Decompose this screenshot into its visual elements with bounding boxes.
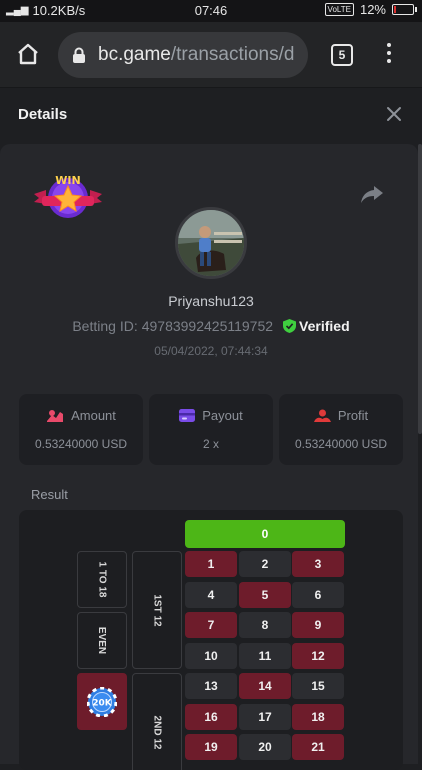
- number-cell-17[interactable]: 17: [239, 703, 291, 730]
- bet-2nd-12[interactable]: 2ND 12: [132, 673, 182, 770]
- chip-value: 20K: [92, 698, 113, 708]
- details-header: Details: [0, 88, 422, 144]
- scrollbar[interactable]: [418, 144, 422, 434]
- number-cell-2[interactable]: 2: [239, 551, 291, 577]
- share-icon[interactable]: [360, 184, 384, 204]
- number-cell-14[interactable]: 14: [239, 673, 291, 699]
- betting-id-line: Betting ID: 49783992425119752 Verified: [0, 318, 422, 334]
- verified-label: Verified: [299, 318, 350, 334]
- number-cell-21[interactable]: 21: [292, 734, 344, 760]
- status-bar: ▂▄▆ 10.2KB/s 07:46 VoLTE 12%: [0, 0, 422, 22]
- amount-label: Amount: [71, 408, 116, 423]
- overflow-menu-icon[interactable]: [384, 43, 394, 67]
- tab-switcher-button[interactable]: 5: [331, 44, 353, 66]
- number-cell-9[interactable]: 9: [292, 612, 344, 638]
- number-cell-20[interactable]: 20: [239, 734, 291, 760]
- number-cell-6[interactable]: 6: [292, 581, 344, 608]
- avatar: [175, 207, 247, 279]
- bet-1st-12-label: 1ST 12: [151, 593, 163, 627]
- number-cell-0[interactable]: 0: [185, 520, 345, 548]
- lock-icon: [73, 47, 85, 63]
- betting-id-value: 49783992425119752: [141, 318, 274, 334]
- number-cell-5[interactable]: 5: [239, 581, 291, 608]
- bet-even-label: EVEN: [96, 626, 108, 655]
- payout-value: 2 x: [202, 437, 219, 451]
- amount-stat: Amount 0.53240000 USD: [19, 394, 143, 465]
- shield-check-icon: [283, 319, 297, 333]
- number-cell-4[interactable]: 4: [185, 581, 237, 608]
- roulette-board: 0 1 TO 18 EVEN 20K 1ST 12 2ND 12 1234567…: [19, 510, 403, 770]
- url-path: /transactions/d: [170, 44, 295, 65]
- profit-value: 0.53240000 USD: [294, 437, 388, 451]
- url-text: bc.game/transactions/d: [98, 44, 294, 66]
- bet-2nd-12-label: 2ND 12: [151, 715, 163, 749]
- payout-icon: [179, 409, 196, 422]
- number-cell-13[interactable]: 13: [185, 673, 237, 699]
- number-cell-15[interactable]: 15: [292, 673, 344, 699]
- bet-1st-12[interactable]: 1ST 12: [132, 551, 182, 669]
- number-cell-12[interactable]: 12: [292, 642, 344, 669]
- close-icon[interactable]: [386, 106, 402, 122]
- number-cell-18[interactable]: 18: [292, 703, 344, 730]
- number-cell-7[interactable]: 7: [185, 612, 237, 638]
- number-cell-11[interactable]: 11: [239, 642, 291, 669]
- profit-icon: [313, 409, 331, 422]
- bet-1-to-18[interactable]: 1 TO 18: [77, 551, 127, 608]
- username: Priyanshu123: [168, 293, 254, 309]
- profit-stat: Profit 0.53240000 USD: [279, 394, 403, 465]
- payout-stat: Payout 2 x: [149, 394, 273, 465]
- betting-id-label: Betting ID:: [72, 318, 138, 334]
- bet-red[interactable]: 20K: [77, 673, 127, 730]
- bet-1-to-18-label: 1 TO 18: [96, 561, 108, 598]
- win-badge: WIN: [34, 174, 102, 218]
- volte-badge: VoLTE: [324, 3, 354, 16]
- amount-icon: [47, 409, 64, 422]
- amount-value: 0.53240000 USD: [34, 437, 128, 451]
- payout-label: Payout: [202, 408, 243, 423]
- number-cell-8[interactable]: 8: [239, 612, 291, 638]
- number-cell-16[interactable]: 16: [185, 703, 237, 730]
- browser-toolbar: bc.game/transactions/d 5: [0, 22, 422, 88]
- battery-icon: [392, 4, 417, 15]
- number-cell-1[interactable]: 1: [185, 551, 237, 577]
- profit-label: Profit: [337, 408, 369, 423]
- number-cell-10[interactable]: 10: [185, 642, 237, 669]
- home-icon[interactable]: [16, 42, 40, 66]
- chip-icon: 20K: [87, 686, 117, 717]
- win-badge-text: WIN: [55, 174, 80, 187]
- number-cell-19[interactable]: 19: [185, 734, 237, 760]
- verified-badge[interactable]: Verified: [283, 318, 350, 334]
- bet-datetime: 05/04/2022, 07:44:34: [154, 344, 268, 358]
- battery-percent: 12%: [359, 2, 386, 17]
- bet-even[interactable]: EVEN: [77, 612, 127, 669]
- result-label: Result: [31, 487, 68, 502]
- number-cell-3[interactable]: 3: [292, 551, 344, 577]
- address-bar[interactable]: bc.game/transactions/d: [58, 32, 308, 78]
- modal-title: Details: [18, 106, 68, 123]
- url-host: bc.game: [98, 44, 171, 65]
